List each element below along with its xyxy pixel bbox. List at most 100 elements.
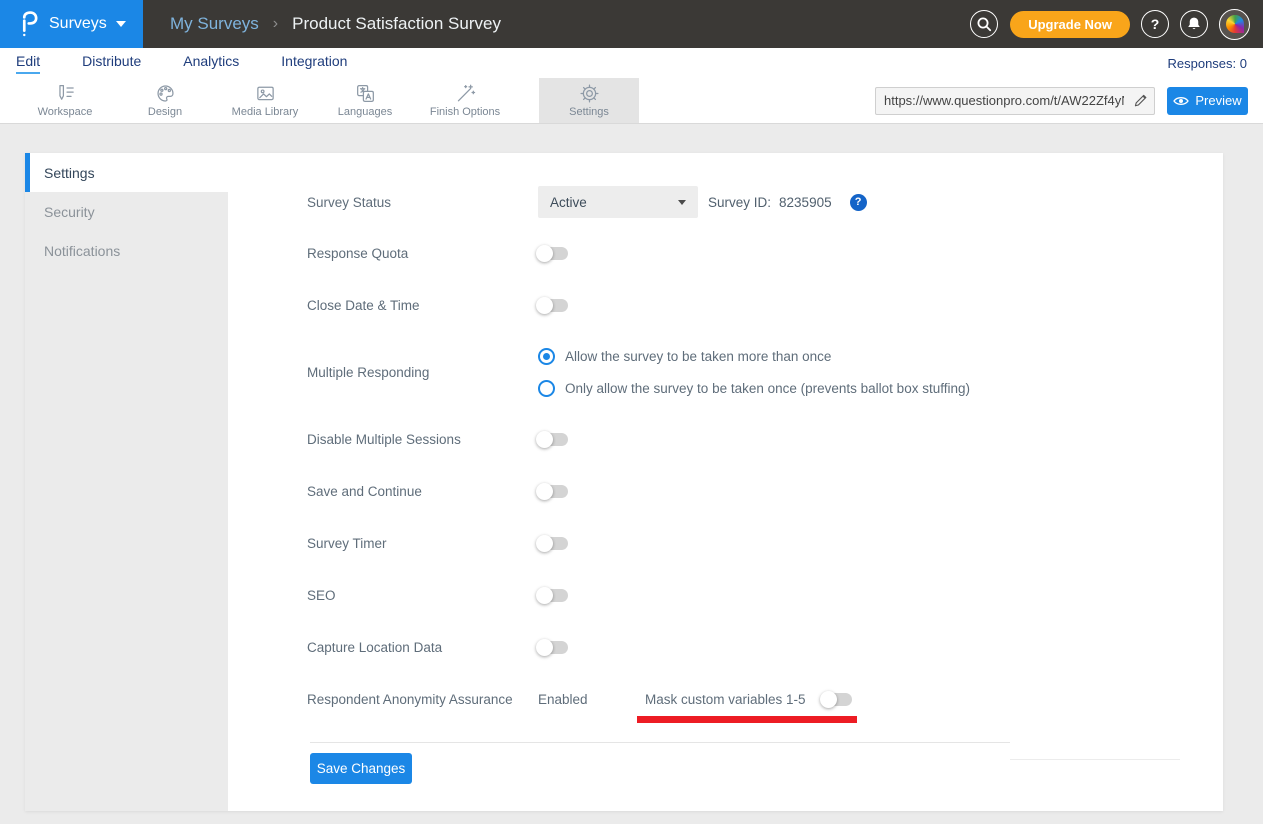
preview-label: Preview bbox=[1195, 93, 1241, 108]
survey-timer-toggle[interactable] bbox=[538, 537, 568, 550]
design-icon bbox=[155, 83, 176, 104]
field-label: Disable Multiple Sessions bbox=[307, 432, 538, 447]
edit-url-button[interactable] bbox=[1126, 88, 1154, 114]
toggle-knob bbox=[536, 535, 553, 552]
avatar-image bbox=[1226, 15, 1244, 33]
toolbar-item-settings[interactable]: Settings bbox=[539, 78, 639, 123]
search-button[interactable] bbox=[970, 10, 998, 38]
sidebar-item-label: Security bbox=[44, 204, 95, 220]
edit-toolbar: Workspace Design Media Library Languages… bbox=[0, 78, 1263, 124]
toolbar-item-languages[interactable]: Languages bbox=[315, 78, 415, 123]
survey-url-field bbox=[875, 87, 1155, 115]
close-date-time-row: Close Date & Time bbox=[307, 288, 1223, 322]
multiple-responding-options: Allow the survey to be taken more than o… bbox=[538, 340, 970, 404]
field-label: SEO bbox=[307, 588, 538, 603]
toolbar-item-label: Finish Options bbox=[430, 106, 500, 118]
toggle-knob bbox=[536, 587, 553, 604]
main-nav: Edit Distribute Analytics Integration Re… bbox=[0, 48, 1263, 78]
languages-icon bbox=[355, 83, 376, 104]
sidebar-item-notifications[interactable]: Notifications bbox=[25, 231, 228, 270]
respondent-anonymity-row: Respondent Anonymity Assurance Enabled M… bbox=[307, 682, 1223, 716]
field-label: Survey Status bbox=[307, 195, 538, 210]
tab-edit[interactable]: Edit bbox=[16, 53, 40, 74]
survey-status-select[interactable]: Active bbox=[538, 186, 698, 218]
sidebar-item-label: Notifications bbox=[44, 243, 120, 259]
user-avatar[interactable] bbox=[1219, 9, 1250, 40]
top-header: Surveys My Surveys › Product Satisfactio… bbox=[0, 0, 1263, 48]
toolbar-item-media-library[interactable]: Media Library bbox=[215, 78, 315, 123]
sidebar-item-security[interactable]: Security bbox=[25, 192, 228, 231]
radio-option-more-than-once[interactable]: Allow the survey to be taken more than o… bbox=[538, 340, 970, 372]
help-icon: ? bbox=[1151, 16, 1160, 32]
radio-dot bbox=[543, 353, 550, 360]
brand-label: Surveys bbox=[49, 15, 107, 33]
tab-analytics[interactable]: Analytics bbox=[183, 53, 239, 74]
toggle-knob bbox=[536, 297, 553, 314]
bell-icon bbox=[1185, 15, 1203, 33]
disable-multiple-sessions-toggle[interactable] bbox=[538, 433, 568, 446]
page-title: Product Satisfaction Survey bbox=[292, 14, 501, 34]
help-button[interactable]: ? bbox=[1141, 10, 1169, 38]
red-highlight-marker bbox=[637, 716, 857, 723]
response-quota-toggle[interactable] bbox=[538, 247, 568, 260]
response-quota-row: Response Quota bbox=[307, 236, 1223, 270]
toolbar-item-label: Design bbox=[148, 106, 182, 118]
capture-location-data-toggle[interactable] bbox=[538, 641, 568, 654]
field-label: Multiple Responding bbox=[307, 365, 538, 380]
radio-selected-icon bbox=[538, 348, 555, 365]
mask-custom-variables-toggle[interactable] bbox=[822, 693, 852, 706]
radio-unselected-icon bbox=[538, 380, 555, 397]
save-changes-button[interactable]: Save Changes bbox=[310, 753, 412, 784]
capture-location-data-row: Capture Location Data bbox=[307, 630, 1223, 664]
breadcrumb-separator: › bbox=[273, 15, 278, 33]
survey-url-input[interactable] bbox=[876, 93, 1126, 108]
toolbar-item-workspace[interactable]: Workspace bbox=[15, 78, 115, 123]
header-actions: Upgrade Now ? bbox=[959, 9, 1263, 40]
responses-count: Responses: 0 bbox=[1168, 56, 1248, 71]
tab-distribute[interactable]: Distribute bbox=[82, 53, 141, 74]
field-label: Capture Location Data bbox=[307, 640, 538, 655]
form-divider bbox=[310, 742, 1010, 743]
field-label: Respondent Anonymity Assurance bbox=[307, 692, 538, 707]
radio-option-label: Only allow the survey to be taken once (… bbox=[565, 381, 970, 396]
toolbar-item-label: Workspace bbox=[38, 106, 93, 118]
tab-integration[interactable]: Integration bbox=[281, 53, 347, 74]
media-library-icon bbox=[255, 83, 276, 104]
field-label: Survey Timer bbox=[307, 536, 538, 551]
pencil-icon bbox=[1133, 93, 1148, 108]
chevron-down-icon bbox=[678, 200, 686, 205]
toggle-knob bbox=[536, 245, 553, 262]
chevron-down-icon bbox=[116, 21, 126, 27]
seo-toggle[interactable] bbox=[538, 589, 568, 602]
search-icon bbox=[975, 15, 993, 33]
radio-option-only-once[interactable]: Only allow the survey to be taken once (… bbox=[538, 372, 970, 404]
toggle-knob bbox=[536, 639, 553, 656]
notifications-button[interactable] bbox=[1180, 10, 1208, 38]
survey-status-row: Survey Status Active Survey ID: 8235905 … bbox=[307, 186, 1223, 218]
survey-id-help-icon[interactable]: ? bbox=[850, 194, 867, 211]
toolbar-item-finish-options[interactable]: Finish Options bbox=[415, 78, 515, 123]
toolbar-item-label: Media Library bbox=[232, 106, 299, 118]
toolbar-item-label: Settings bbox=[569, 106, 609, 118]
toolbar-item-label: Languages bbox=[338, 106, 392, 118]
sidebar-item-settings[interactable]: Settings bbox=[25, 153, 228, 192]
secondary-divider bbox=[1010, 759, 1180, 760]
mask-custom-variables-label: Mask custom variables 1-5 bbox=[645, 692, 822, 707]
eye-icon bbox=[1173, 95, 1189, 107]
settings-sidebar: Settings Security Notifications bbox=[25, 153, 228, 811]
field-label: Save and Continue bbox=[307, 484, 538, 499]
finish-options-icon bbox=[455, 83, 476, 104]
radio-option-label: Allow the survey to be taken more than o… bbox=[565, 349, 831, 364]
field-label: Response Quota bbox=[307, 246, 538, 261]
settings-icon bbox=[579, 83, 600, 104]
preview-button[interactable]: Preview bbox=[1167, 87, 1248, 115]
save-and-continue-toggle[interactable] bbox=[538, 485, 568, 498]
breadcrumb-parent[interactable]: My Surveys bbox=[170, 14, 259, 34]
sidebar-item-label: Settings bbox=[44, 165, 95, 181]
close-date-time-toggle[interactable] bbox=[538, 299, 568, 312]
survey-id-label: Survey ID: bbox=[708, 195, 771, 210]
toolbar-item-design[interactable]: Design bbox=[115, 78, 215, 123]
upgrade-now-button[interactable]: Upgrade Now bbox=[1010, 11, 1130, 38]
disable-multiple-sessions-row: Disable Multiple Sessions bbox=[307, 422, 1223, 456]
brand-menu[interactable]: Surveys bbox=[0, 0, 143, 48]
